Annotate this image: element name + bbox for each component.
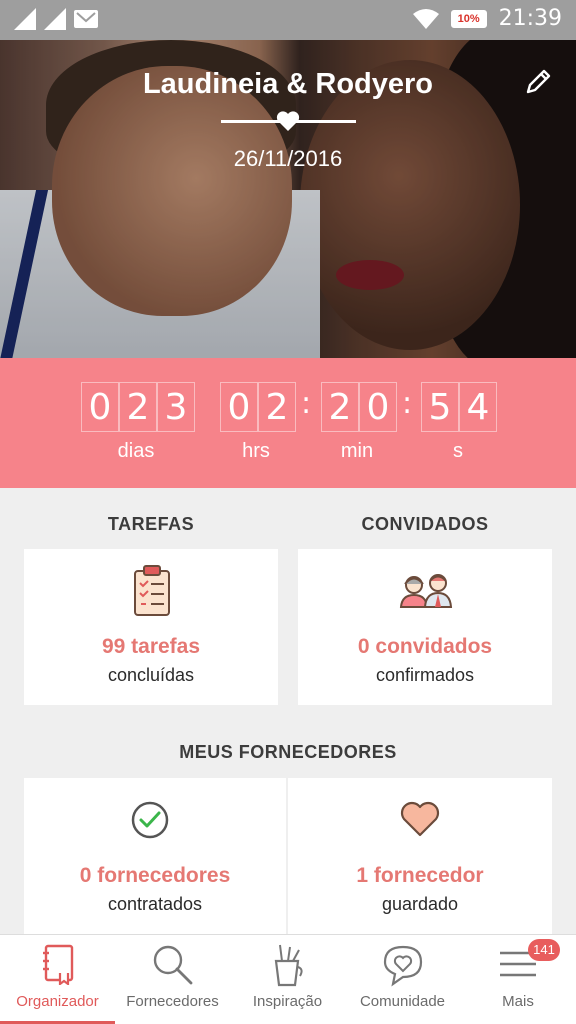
countdown-label-seconds: s [453,440,463,462]
planner-book-icon [42,944,73,985]
wedding-date: 26/11/2016 [233,146,343,171]
guests-couple-icon [399,574,453,608]
saved-vendors-count: 1 fornecedor [356,864,484,887]
signal-icon [44,8,66,30]
countdown-digit: 0 [359,382,397,432]
countdown-digit: 0 [81,382,119,432]
inspiration-cup-icon [274,944,303,987]
countdown-digit: 0 [220,382,258,432]
guests-card[interactable]: 0 convidados confirmados [298,549,552,705]
hired-vendors-caption: contratados [107,894,203,914]
nav-item-fornecedores[interactable]: Fornecedores [115,935,230,1024]
nav-label: Comunidade [359,993,446,1010]
bottom-navigation: Organizador Fornecedores Inspiração Comu… [0,934,576,1024]
search-icon [153,945,192,985]
mail-icon [74,10,98,28]
countdown-separator: : [402,386,413,421]
vendors-title: MEUS FORNECEDORES [179,742,397,762]
countdown-panel: 0 2 3 0 2 : 2 0 : 5 4 dias hrs min s [0,358,576,488]
check-circle-icon [131,801,169,839]
countdown-label-days: dias [117,440,155,462]
nav-item-organizador[interactable]: Organizador [0,935,115,1024]
nav-item-comunidade[interactable]: Comunidade [345,935,460,1024]
countdown-digit: 2 [119,382,157,432]
edit-pencil-icon[interactable] [524,68,552,96]
countdown-digit: 3 [157,382,195,432]
countdown-label-hours: hrs [242,440,270,462]
countdown-separator: : [301,386,312,421]
signal-icon [14,8,36,30]
nav-item-inspiracao[interactable]: Inspiração [230,935,345,1024]
tasks-title: TAREFAS [107,514,195,534]
nav-label: Inspiração [252,993,323,1010]
countdown-digit: 2 [321,382,359,432]
couple-names: Laudineia & Rodyero [142,68,434,100]
nav-label: Organizador [16,993,99,1010]
countdown-digit: 2 [258,382,296,432]
clipboard-checklist-icon [134,565,170,616]
saved-vendors-card[interactable]: 1 fornecedor guardado [288,778,552,934]
heart-icon [276,111,300,131]
clock: 21:39 [498,6,562,31]
status-bar: 10% 21:39 [0,0,576,40]
couple-photo-header: Laudineia & Rodyero 26/11/2016 [0,40,576,358]
nav-label: Fornecedores [126,993,219,1010]
countdown-label-minutes: min [340,440,374,462]
wifi-icon [412,8,439,29]
chat-heart-icon [383,945,422,987]
hired-vendors-count: 0 fornecedores [79,864,231,887]
hired-vendors-card[interactable]: 0 fornecedores contratados [24,778,286,934]
guests-count: 0 convidados [357,635,493,658]
tasks-count: 99 tarefas [101,635,201,658]
heart-icon [400,801,440,837]
countdown-digit: 5 [421,382,459,432]
battery-icon: 10% [450,9,487,28]
saved-vendors-caption: guardado [381,894,459,914]
tasks-caption: concluídas [107,665,195,685]
guests-caption: confirmados [375,665,475,685]
countdown-digit: 4 [459,382,497,432]
tasks-card[interactable]: 99 tarefas concluídas [24,549,278,705]
notification-badge: 141 [528,939,560,961]
guests-title: CONVIDADOS [361,514,489,534]
nav-label: Mais [502,993,534,1010]
